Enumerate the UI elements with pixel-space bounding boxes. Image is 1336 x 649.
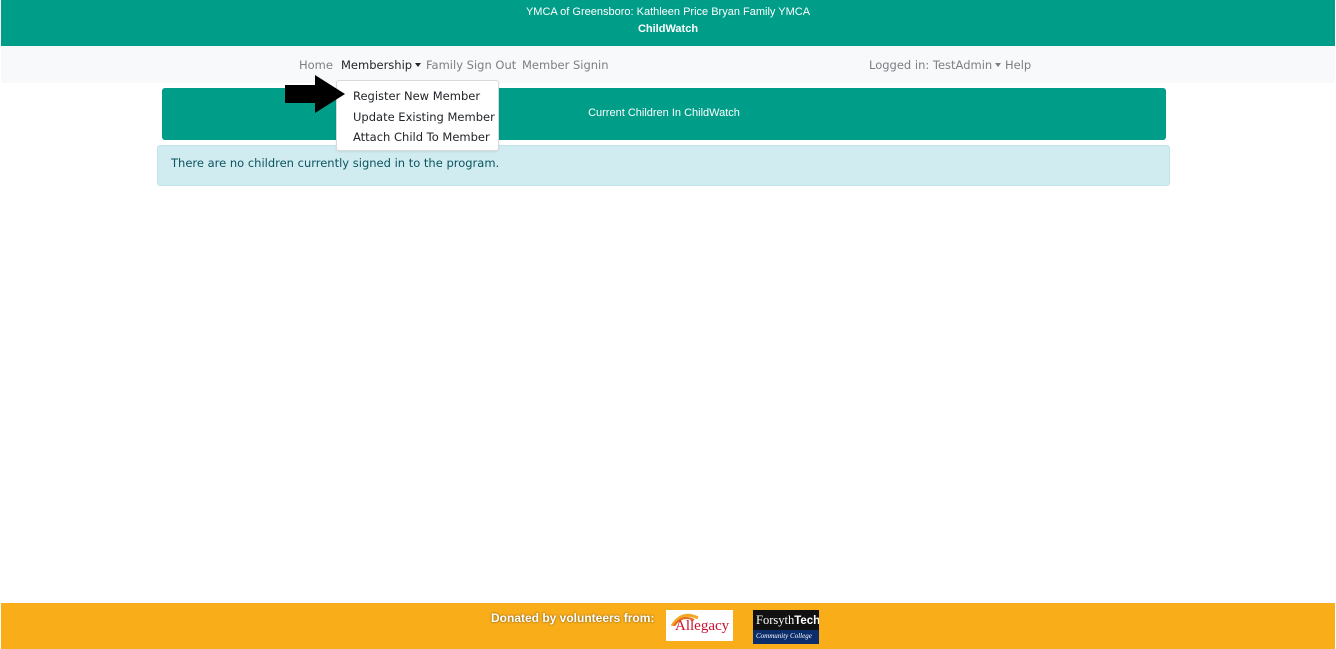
membership-dropdown-menu: Register New Member Update Existing Memb… (336, 80, 499, 151)
nav-member-signin-link[interactable]: Member Signin (522, 58, 609, 72)
organization-name: YMCA of Greensboro: Kathleen Price Bryan… (525, 6, 811, 18)
logged-in-label: Logged in: TestAdmin (869, 58, 993, 72)
donated-by-label: Donated by volunteers from: (491, 611, 655, 625)
forsyth-tech-logo-text: ForsythTech (756, 613, 819, 627)
forsyth-tech-logo: ForsythTech Community College (753, 610, 819, 644)
arrow-right-icon (285, 75, 345, 113)
user-menu-dropdown[interactable]: Logged in: TestAdmin (869, 58, 1002, 72)
app-title: ChildWatch (637, 23, 699, 35)
nav-home-link[interactable]: Home (299, 58, 333, 72)
menu-item-update-existing-member[interactable]: Update Existing Member (353, 110, 495, 124)
menu-item-register-new-member[interactable]: Register New Member (353, 89, 480, 103)
nav-membership-dropdown[interactable]: Membership (341, 58, 422, 72)
nav-membership-label: Membership (341, 58, 413, 72)
allegacy-logo-text: Allegacy (675, 618, 730, 634)
allegacy-logo: Allegacy (666, 610, 733, 641)
empty-state-alert: There are no children currently signed i… (157, 145, 1170, 186)
empty-state-message: There are no children currently signed i… (171, 156, 500, 170)
forsyth-tech-logo-subtitle: Community College (756, 632, 812, 640)
chevron-down-icon (415, 63, 422, 67)
site-header: YMCA of Greensboro: Kathleen Price Bryan… (1, 0, 1335, 46)
nav-help-link[interactable]: Help (1005, 58, 1031, 72)
chevron-down-icon (995, 63, 1002, 67)
menu-item-attach-child-to-member[interactable]: Attach Child To Member (353, 130, 490, 144)
nav-family-sign-out-link[interactable]: Family Sign Out (426, 58, 516, 72)
nav-bar: Home Membership Family Sign Out Member S… (1, 46, 1335, 83)
